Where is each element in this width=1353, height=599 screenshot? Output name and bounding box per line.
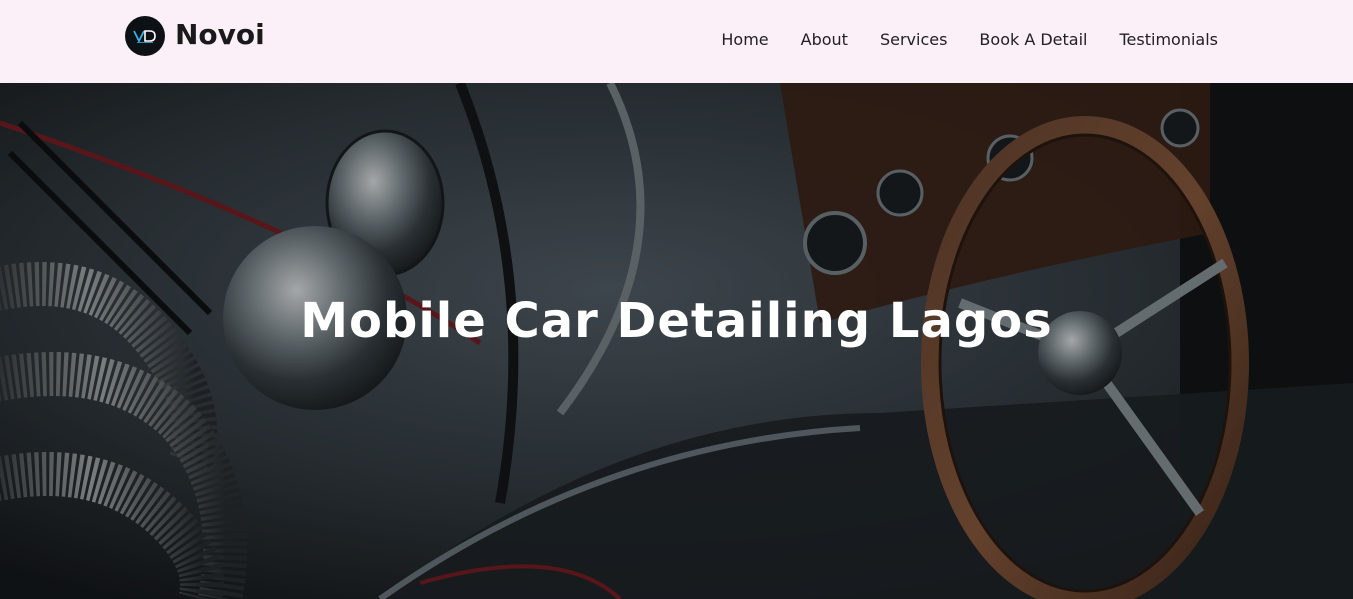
nav-book-a-detail[interactable]: Book A Detail: [979, 29, 1087, 51]
hero-section: Mobile Car Detailing Lagos: [0, 83, 1353, 599]
nav-testimonials[interactable]: Testimonials: [1120, 29, 1219, 51]
logo-icon: [125, 16, 165, 56]
navbar: Novoi Home About Services Book A Detail …: [0, 0, 1353, 83]
nav-about[interactable]: About: [801, 29, 848, 51]
main-nav: Home About Services Book A Detail Testim…: [721, 29, 1218, 51]
brand-name: Novoi: [175, 18, 265, 51]
hero-title: Mobile Car Detailing Lagos: [300, 293, 1053, 349]
nav-services[interactable]: Services: [880, 29, 947, 51]
brand-link[interactable]: Novoi: [125, 16, 265, 56]
nav-home[interactable]: Home: [721, 29, 768, 51]
